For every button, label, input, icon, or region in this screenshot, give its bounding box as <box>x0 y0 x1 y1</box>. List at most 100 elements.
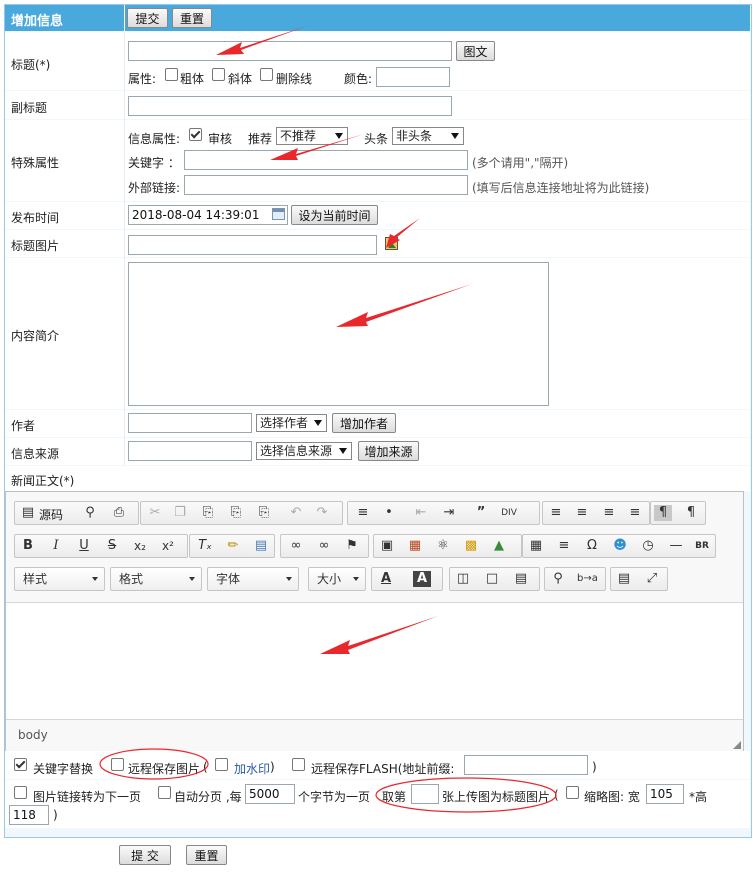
thumbnail-close-paren: ) <box>53 808 58 822</box>
link-icon[interactable]: ∞ <box>287 538 305 554</box>
smiley-icon[interactable]: ☻ <box>611 538 629 554</box>
resize-handle-icon[interactable] <box>733 741 741 749</box>
color-input[interactable] <box>376 67 450 87</box>
author-input[interactable] <box>128 413 252 433</box>
print-icon[interactable]: ⎙ <box>110 505 128 521</box>
table-icon[interactable]: ▦ <box>527 538 545 554</box>
publish-time-value: 2018-08-04 14:39:01 <box>132 208 260 222</box>
author-select[interactable]: 选择作者 <box>256 414 327 432</box>
reset-button-top[interactable]: 重置 <box>172 8 212 28</box>
submit-button-top[interactable]: 提交 <box>127 8 168 28</box>
line-break-icon[interactable]: BR <box>693 538 711 554</box>
source-input[interactable] <box>128 441 252 461</box>
div-container-icon[interactable]: DIV <box>500 505 518 521</box>
bold-checkbox[interactable] <box>165 68 178 81</box>
indent-icon[interactable]: ⇥ <box>440 505 458 521</box>
justify-icon[interactable]: ≡ <box>626 505 644 521</box>
subtitle-input[interactable] <box>128 96 452 116</box>
audit-checkbox[interactable] <box>189 128 202 141</box>
special-char-icon[interactable]: Ω <box>583 538 601 554</box>
source-select[interactable]: 选择信息来源 <box>256 442 352 460</box>
subscript-icon[interactable]: x₂ <box>131 538 149 554</box>
title-image-input[interactable] <box>128 235 377 255</box>
paste-word-icon[interactable]: ⎘ <box>255 505 273 521</box>
underline-icon[interactable]: U <box>75 538 93 554</box>
set-now-button[interactable]: 设为当前时间 <box>291 205 378 225</box>
image-icon[interactable]: ▣ <box>378 538 396 554</box>
show-blocks-icon[interactable]: ▤ <box>615 571 633 587</box>
external-link-label: 外部链接: <box>128 181 181 195</box>
align-center-icon[interactable]: ≡ <box>573 505 591 521</box>
iframe-icon[interactable]: ◷ <box>639 538 657 554</box>
paste-icon[interactable]: ⎘ <box>199 505 217 521</box>
image-link-next-checkbox[interactable] <box>14 786 27 799</box>
page-break-icon[interactable]: — <box>667 538 685 554</box>
tuwen-button[interactable]: 图文 <box>456 41 495 61</box>
redo-icon[interactable]: ↷ <box>313 505 331 521</box>
text-color-icon[interactable]: A <box>377 571 395 587</box>
superscript-icon[interactable]: x² <box>159 538 177 554</box>
outdent-icon[interactable]: ⇤ <box>412 505 430 521</box>
media-icon[interactable]: ▩ <box>462 538 480 554</box>
italic-icon[interactable]: I <box>47 538 65 554</box>
author-label: 作者 <box>11 419 36 433</box>
copy-format-icon[interactable]: ▤ <box>252 538 270 554</box>
strikethrough-icon[interactable]: S <box>103 538 121 554</box>
watermark-checkbox[interactable] <box>215 758 228 771</box>
submit-button-bottom[interactable]: 提 交 <box>119 845 171 865</box>
source-icon[interactable]: ▤ <box>19 505 37 521</box>
bg-color-icon[interactable]: A <box>413 571 431 587</box>
font-combo[interactable]: 字体 <box>207 567 299 591</box>
source-label[interactable]: 源码 <box>39 506 63 523</box>
toolbar-group-find: ⚲ b→a <box>544 567 606 591</box>
numbered-list-icon[interactable]: ≡ <box>354 505 372 521</box>
maximize-doc-icon[interactable]: ◫ <box>454 571 472 587</box>
auto-page-checkbox[interactable] <box>158 786 171 799</box>
search-icon[interactable]: ⚲ <box>549 571 567 587</box>
remove-format-icon[interactable]: Tₓ <box>196 538 214 554</box>
format-combo[interactable]: 格式 <box>110 567 202 591</box>
copy-icon[interactable]: ❐ <box>171 505 189 521</box>
add-source-button[interactable]: 增加来源 <box>358 441 419 461</box>
replace-icon[interactable]: b→a <box>577 571 598 587</box>
size-combo[interactable]: 大小 <box>308 567 366 591</box>
anchor-flag-icon[interactable]: ⚑ <box>343 538 361 554</box>
calendar-icon[interactable] <box>272 208 285 220</box>
cut-icon[interactable]: ✂ <box>146 505 164 521</box>
undo-icon[interactable]: ↶ <box>287 505 305 521</box>
thumbnail-checkbox[interactable] <box>566 786 579 799</box>
format-painter-icon[interactable]: ✏ <box>224 538 242 554</box>
external-link-input[interactable] <box>184 175 468 195</box>
align-left-icon[interactable]: ≡ <box>547 505 565 521</box>
fullscreen-icon[interactable]: ⤢ <box>643 571 661 587</box>
table-grid-icon[interactable]: ▦ <box>406 538 424 554</box>
bold-icon[interactable]: B <box>19 538 37 554</box>
paste-text-icon[interactable]: ⎘ <box>227 505 245 521</box>
new-page-icon[interactable]: □ <box>483 571 501 587</box>
ltr-icon[interactable]: ¶ <box>654 505 672 521</box>
italic-checkbox[interactable] <box>212 68 225 81</box>
preview-icon[interactable]: ⚲ <box>81 505 99 521</box>
align-right-icon[interactable]: ≡ <box>600 505 618 521</box>
unlink-icon[interactable]: ∞ <box>315 538 333 554</box>
add-author-button[interactable]: 增加作者 <box>332 413 396 433</box>
rtl-icon[interactable]: ¶ <box>682 505 700 521</box>
strike-checkbox[interactable] <box>260 68 273 81</box>
thumbnail-height-input[interactable]: 118 <box>9 805 49 825</box>
title-label: 标题(*) <box>11 58 51 72</box>
flash-icon[interactable]: ⚛ <box>434 538 452 554</box>
bulleted-list-icon[interactable]: • <box>380 505 398 521</box>
page-size-input[interactable]: 5000 <box>245 784 295 804</box>
attachment-icon[interactable]: ▲ <box>490 538 508 554</box>
remote-save-flash-checkbox[interactable] <box>292 758 305 771</box>
headline-select[interactable]: 非头条 <box>392 127 464 145</box>
style-combo[interactable]: 样式 <box>14 567 105 591</box>
thumbnail-width-input[interactable]: 105 <box>646 784 684 804</box>
reset-button-bottom[interactable]: 重置 <box>186 845 227 865</box>
blockquote-icon[interactable]: ” <box>472 505 490 521</box>
publish-time-input[interactable]: 2018-08-04 14:39:01 <box>128 205 288 225</box>
flash-prefix-input[interactable] <box>464 755 588 775</box>
horizontal-rule-icon[interactable]: ≡ <box>555 538 573 554</box>
keyword-replace-checkbox[interactable] <box>14 758 27 771</box>
templates-icon[interactable]: ▤ <box>512 571 530 587</box>
